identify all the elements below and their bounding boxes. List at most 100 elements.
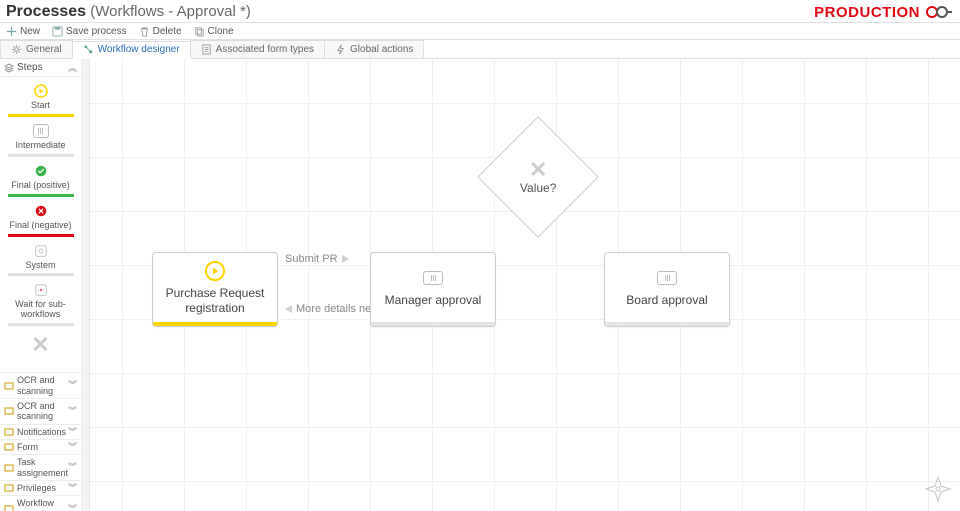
palette-step-final-negative[interactable]: Final (negative): [8, 203, 74, 237]
page-title: Processes (Workflows - Approval *): [6, 3, 251, 21]
new-button[interactable]: New: [6, 26, 40, 37]
palette-step-final-positive[interactable]: Final (positive): [8, 163, 74, 197]
plus-icon: [6, 26, 17, 37]
compass-icon[interactable]: [924, 475, 952, 503]
start-node-purchase-request[interactable]: Purchase Request registration: [152, 252, 278, 327]
folder-icon: [4, 427, 14, 437]
palette-step-intermediate[interactable]: Intermediate: [8, 123, 74, 157]
folder-icon: [4, 504, 14, 511]
start-label: Start: [31, 101, 50, 111]
new-label: New: [20, 26, 40, 37]
transition-submit-label: Submit PR: [285, 253, 338, 265]
steps-header-label: Steps: [17, 62, 43, 73]
final-neg-label: Final (negative): [9, 221, 71, 231]
accordion-label: Privileges: [17, 483, 68, 493]
chevron-down-icon: ︾: [68, 442, 77, 452]
accordion-ocr-2[interactable]: OCR and scanning ︾: [0, 398, 81, 424]
chevron-down-icon: ︾: [68, 504, 77, 511]
start-node-label: Purchase Request registration: [159, 286, 271, 315]
lightning-icon: [335, 44, 346, 55]
play-circle-icon: [33, 83, 49, 99]
decision-node-value[interactable]: ✕ Value?: [477, 116, 599, 238]
palette-scrollbar[interactable]: [82, 59, 90, 511]
palette-step-start[interactable]: Start: [8, 83, 74, 117]
node-manager-approval[interactable]: Manager approval: [370, 252, 496, 327]
gear-icon: [11, 44, 22, 55]
accordion-label: Workflow control: [17, 498, 68, 511]
folder-icon: [4, 406, 14, 416]
system-label: System: [25, 261, 55, 271]
accordion-ocr-1[interactable]: OCR and scanning ︾: [0, 372, 81, 398]
workflow-canvas[interactable]: ✕ Value? Purchase Request registration S…: [90, 59, 960, 511]
header: Processes (Workflows - Approval *) PRODU…: [0, 0, 960, 22]
folder-icon: [4, 483, 14, 493]
accordion-privileges[interactable]: Privileges ︾: [0, 480, 81, 495]
page-title-context: (Workflows - Approval *): [90, 3, 251, 20]
folder-icon: [4, 442, 14, 452]
accordion-form[interactable]: Form ︾: [0, 439, 81, 454]
page-title-strong: Processes: [6, 3, 86, 20]
final-pos-label: Final (positive): [11, 181, 70, 191]
manager-approval-label: Manager approval: [385, 293, 482, 307]
palette-step-wait-subworkflows[interactable]: Wait for sub-workflows: [8, 282, 74, 326]
tab-designer[interactable]: Workflow designer: [72, 41, 191, 59]
environment-badge: PRODUCTION: [814, 4, 952, 21]
designer-body: Steps ︽ Start Intermediate Fin: [0, 59, 960, 511]
tab-global-label: Global actions: [350, 44, 413, 55]
chevron-down-icon: ︾: [68, 483, 77, 493]
board-approval-label: Board approval: [626, 293, 707, 307]
clone-button[interactable]: Clone: [194, 26, 234, 37]
tab-global-actions[interactable]: Global actions: [324, 40, 424, 58]
accordion-label: Notifications: [17, 427, 68, 437]
tab-general-label: General: [26, 44, 62, 55]
save-label: Save process: [66, 26, 127, 37]
layers-icon: [4, 63, 14, 73]
palette-step-system[interactable]: System: [8, 243, 74, 277]
accordion-label: Form: [17, 442, 68, 452]
intermediate-icon: [422, 267, 444, 289]
form-icon: [201, 44, 212, 55]
wait-sub-label: Wait for sub-workflows: [8, 300, 74, 320]
gear-box-icon: [33, 243, 49, 259]
intermediate-icon: [656, 267, 678, 289]
folder-icon: [4, 381, 14, 391]
save-button[interactable]: Save process: [52, 26, 127, 37]
toolbar: New Save process Delete Clone: [0, 22, 960, 40]
accordion-workflow-control[interactable]: Workflow control ︾: [0, 495, 81, 511]
workflow-icon: [83, 44, 94, 55]
tab-forms-label: Associated form types: [216, 44, 314, 55]
delete-button[interactable]: Delete: [139, 26, 182, 37]
transition-submit-pr[interactable]: Submit PR: [285, 253, 349, 265]
chevron-down-icon: ︾: [68, 462, 77, 472]
accordion-label: OCR and scanning: [17, 401, 68, 422]
palette: Steps ︽ Start Intermediate Fin: [0, 59, 82, 511]
tab-form-types[interactable]: Associated form types: [190, 40, 325, 58]
palette-section-steps[interactable]: Steps ︽: [0, 59, 81, 77]
save-icon: [52, 26, 63, 37]
node-board-approval[interactable]: Board approval: [604, 252, 730, 327]
accordion-task-assignment[interactable]: Task assignement ︾: [0, 454, 81, 480]
chevron-down-icon: ︾: [68, 380, 77, 390]
intermediate-label: Intermediate: [15, 141, 65, 151]
accordion-notifications[interactable]: Notifications ︾: [0, 424, 81, 439]
tab-strip: General Workflow designer Associated for…: [0, 40, 960, 59]
delete-label: Delete: [153, 26, 182, 37]
tab-designer-label: Workflow designer: [98, 44, 180, 55]
chevron-up-icon: ︽: [68, 61, 77, 74]
tab-general[interactable]: General: [0, 40, 73, 58]
accordion-label: Task assignement: [17, 457, 68, 478]
decision-label: Value?: [520, 181, 556, 195]
play-circle-icon: [204, 260, 226, 282]
close-icon: ✕: [529, 159, 547, 181]
check-circle-icon: [33, 163, 49, 179]
clone-label: Clone: [208, 26, 234, 37]
close-palette-icon[interactable]: ✕: [31, 332, 49, 358]
folder-icon: [4, 463, 14, 473]
chevron-down-icon: ︾: [68, 427, 77, 437]
brand-logo-icon: [924, 5, 952, 19]
x-circle-icon: [33, 203, 49, 219]
trash-icon: [139, 26, 150, 37]
accordion-label: OCR and scanning: [17, 375, 68, 396]
clone-icon: [194, 26, 205, 37]
chevron-down-icon: ︾: [68, 406, 77, 416]
